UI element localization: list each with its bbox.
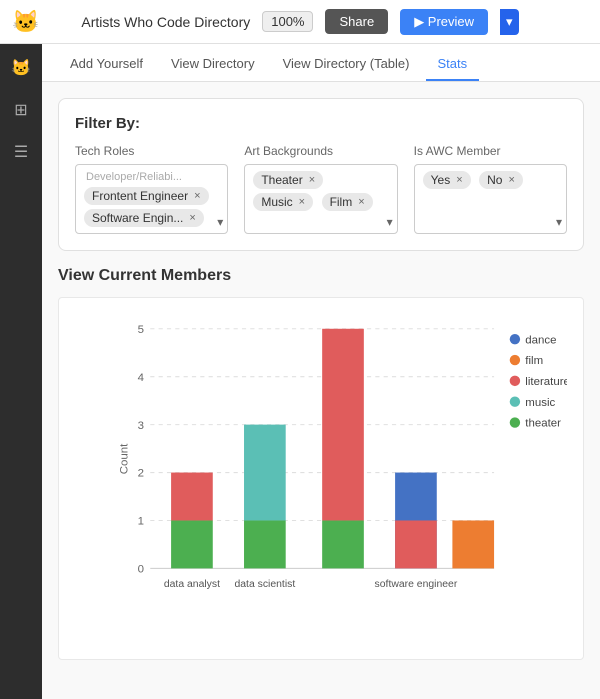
svg-text:3: 3	[138, 420, 144, 432]
svg-text:literature: literature	[525, 376, 567, 388]
preview-dropdown-button[interactable]: ▾	[500, 9, 519, 35]
filter-awc-member-label: Is AWC Member	[414, 144, 567, 158]
art-tag-music-label: Music	[261, 195, 292, 209]
art-backgrounds-dropdown-arrow[interactable]: ▾	[387, 215, 393, 229]
zoom-button[interactable]: 100%	[262, 11, 313, 32]
svg-text:4: 4	[138, 372, 145, 384]
filter-art-backgrounds: Art Backgrounds Theater × Music × Film ×…	[244, 144, 397, 234]
art-tag-music[interactable]: Music ×	[253, 193, 313, 211]
bar-ds1-theater	[244, 520, 286, 568]
preview-button[interactable]: ▶ Preview	[400, 9, 488, 35]
filter-awc-member: Is AWC Member Yes × No × ▾	[414, 144, 567, 234]
awc-tag-no[interactable]: No ×	[479, 171, 523, 189]
main-content: Add Yourself View Directory View Directo…	[42, 44, 600, 699]
logo-icon: 🐱	[12, 9, 39, 35]
svg-text:dance: dance	[525, 334, 556, 346]
tech-tag-software-label: Software Engin...	[92, 211, 183, 225]
awc-tag-no-remove[interactable]: ×	[508, 174, 514, 186]
tech-roles-dropdown-arrow[interactable]: ▾	[217, 215, 223, 229]
tech-tag-frontend-remove[interactable]: ×	[194, 190, 200, 202]
chart-title: View Current Members	[58, 267, 584, 285]
bar-da-literature	[171, 473, 213, 521]
bar-ds2-literature	[322, 329, 364, 521]
tab-stats[interactable]: Stats	[426, 48, 480, 81]
filter-tech-roles-box[interactable]: Developer/Reliabi... Frontent Engineer ×…	[75, 164, 228, 234]
chart-section: View Current Members 0 1 2 3 4 5	[58, 267, 584, 660]
filter-card: Filter By: Tech Roles Developer/Reliabi.…	[58, 98, 584, 251]
sidebar: 🐱 ⊞ ☰	[0, 44, 42, 699]
art-tag-music-remove[interactable]: ×	[299, 196, 305, 208]
topbar: 🐱 Artists Who Code Directory 100% Share …	[0, 0, 600, 44]
svg-text:5: 5	[138, 324, 144, 336]
awc-tag-yes-label: Yes	[431, 173, 451, 187]
bar-ds2-theater	[322, 520, 364, 568]
filter-row: Tech Roles Developer/Reliabi... Frontent…	[75, 144, 567, 234]
art-tag-theater-label: Theater	[261, 173, 302, 187]
chart-wrapper: 0 1 2 3 4 5 Count data analyst	[58, 297, 584, 660]
art-tag-film-remove[interactable]: ×	[358, 196, 364, 208]
sidebar-icon-logo[interactable]: 🐱	[7, 54, 35, 82]
svg-text:2: 2	[138, 468, 144, 480]
filter-art-backgrounds-box[interactable]: Theater × Music × Film × ▾	[244, 164, 397, 234]
filter-title: Filter By:	[75, 115, 567, 132]
svg-text:0: 0	[138, 564, 144, 576]
awc-tag-yes[interactable]: Yes ×	[423, 171, 471, 189]
svg-text:theater: theater	[525, 418, 561, 430]
filter-tech-roles: Tech Roles Developer/Reliabi... Frontent…	[75, 144, 228, 234]
bar-da-theater	[171, 520, 213, 568]
tech-roles-placeholder: Developer/Reliabi...	[82, 169, 221, 185]
share-button[interactable]: Share	[325, 9, 388, 34]
svg-text:data scientist: data scientist	[234, 579, 295, 590]
tech-tag-software-remove[interactable]: ×	[189, 212, 195, 224]
svg-text:music: music	[525, 397, 555, 409]
page-title: Artists Who Code Directory	[81, 14, 250, 30]
filter-awc-member-box[interactable]: Yes × No × ▾	[414, 164, 567, 234]
tab-add-yourself[interactable]: Add Yourself	[58, 48, 155, 81]
tab-view-table[interactable]: View Directory (Table)	[271, 48, 422, 81]
sidebar-icon-grid[interactable]: ⊞	[7, 96, 35, 124]
svg-text:1: 1	[138, 516, 144, 528]
bar-se1-literature	[395, 520, 437, 568]
bar-chart: 0 1 2 3 4 5 Count data analyst	[119, 314, 567, 604]
svg-text:data analyst: data analyst	[164, 579, 220, 590]
awc-tag-yes-remove[interactable]: ×	[456, 174, 462, 186]
svg-text:film: film	[525, 355, 543, 367]
tabbar: Add Yourself View Directory View Directo…	[42, 44, 600, 82]
tab-view-directory[interactable]: View Directory	[159, 48, 267, 81]
art-tag-theater[interactable]: Theater ×	[253, 171, 323, 189]
svg-text:software engineer: software engineer	[375, 579, 458, 590]
tech-tag-frontend[interactable]: Frontent Engineer ×	[84, 187, 209, 205]
art-tag-film[interactable]: Film ×	[322, 193, 373, 211]
awc-tag-no-label: No	[487, 173, 502, 187]
filter-art-backgrounds-label: Art Backgrounds	[244, 144, 397, 158]
art-tag-film-label: Film	[330, 195, 353, 209]
bar-ds1-music	[244, 425, 286, 521]
tech-tag-frontend-label: Frontent Engineer	[92, 189, 188, 203]
sidebar-icon-menu[interactable]: ☰	[7, 138, 35, 166]
awc-member-dropdown-arrow[interactable]: ▾	[556, 215, 562, 229]
tech-tag-software[interactable]: Software Engin... ×	[84, 209, 204, 227]
svg-text:Count: Count	[119, 443, 130, 474]
art-tag-theater-remove[interactable]: ×	[309, 174, 315, 186]
filter-tech-roles-label: Tech Roles	[75, 144, 228, 158]
bar-se2-film	[452, 520, 494, 568]
